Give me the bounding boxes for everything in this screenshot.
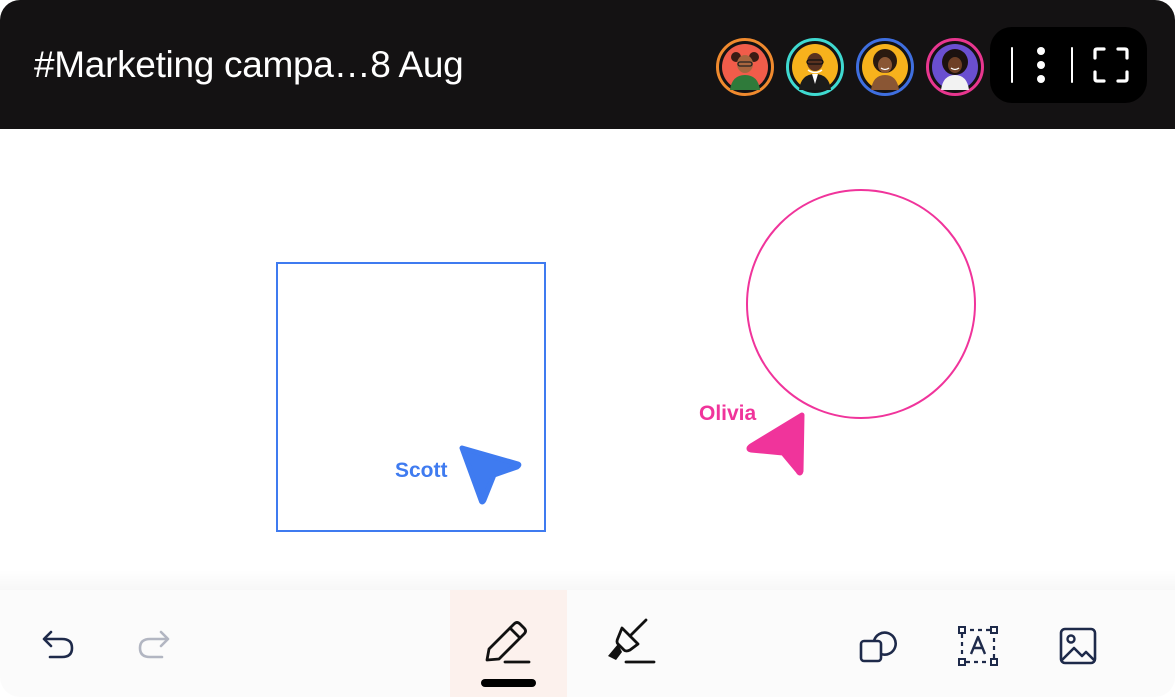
header-bar: #Marketing campa…8 Aug: [0, 0, 1175, 129]
more-options-icon[interactable]: [1029, 41, 1053, 89]
circle-shape[interactable]: [746, 189, 976, 419]
image-icon: [1059, 627, 1097, 665]
toolbar-shadow: [0, 570, 1175, 592]
text-box-icon: [958, 626, 998, 666]
cursor-arrow-scott-icon: [459, 445, 522, 505]
divider: [1071, 47, 1073, 83]
avatar-participant-3[interactable]: [856, 38, 914, 96]
undo-button[interactable]: [20, 590, 96, 697]
cursor-arrow-olivia-icon: [746, 412, 805, 476]
highlighter-tool-button[interactable]: [590, 590, 670, 697]
shapes-tool-button[interactable]: [842, 590, 914, 697]
undo-icon: [42, 630, 74, 659]
divider: [1011, 47, 1013, 83]
pen-icon: [485, 621, 531, 664]
highlighter-icon: [608, 618, 656, 664]
avatar-participant-1-icon: [722, 44, 768, 90]
bottom-toolbar: [0, 590, 1175, 697]
avatar-participant-4-icon: [932, 44, 978, 90]
cursor-label-scott: Scott: [395, 459, 448, 482]
redo-button[interactable]: [116, 590, 192, 697]
pen-tool-button[interactable]: [450, 590, 567, 697]
avatar-participant-3-icon: [862, 44, 908, 90]
shapes-icon: [859, 631, 897, 663]
avatar-participant-1[interactable]: [716, 38, 774, 96]
image-tool-button[interactable]: [1040, 590, 1116, 697]
text-tool-button[interactable]: [940, 590, 1016, 697]
avatar-participant-2[interactable]: [786, 38, 844, 96]
fullscreen-icon[interactable]: [1091, 45, 1131, 85]
avatar-participant-4[interactable]: [926, 38, 984, 96]
drawing-canvas[interactable]: Scott Olivia: [0, 129, 1175, 589]
header-actions: [990, 27, 1147, 103]
whiteboard-app: #Marketing campa…8 Aug Scott Olivia: [0, 0, 1175, 697]
avatar-participant-2-icon: [792, 44, 838, 90]
active-tool-indicator: [481, 679, 536, 687]
redo-icon: [138, 630, 170, 659]
board-title: #Marketing campa…8 Aug: [34, 44, 464, 85]
